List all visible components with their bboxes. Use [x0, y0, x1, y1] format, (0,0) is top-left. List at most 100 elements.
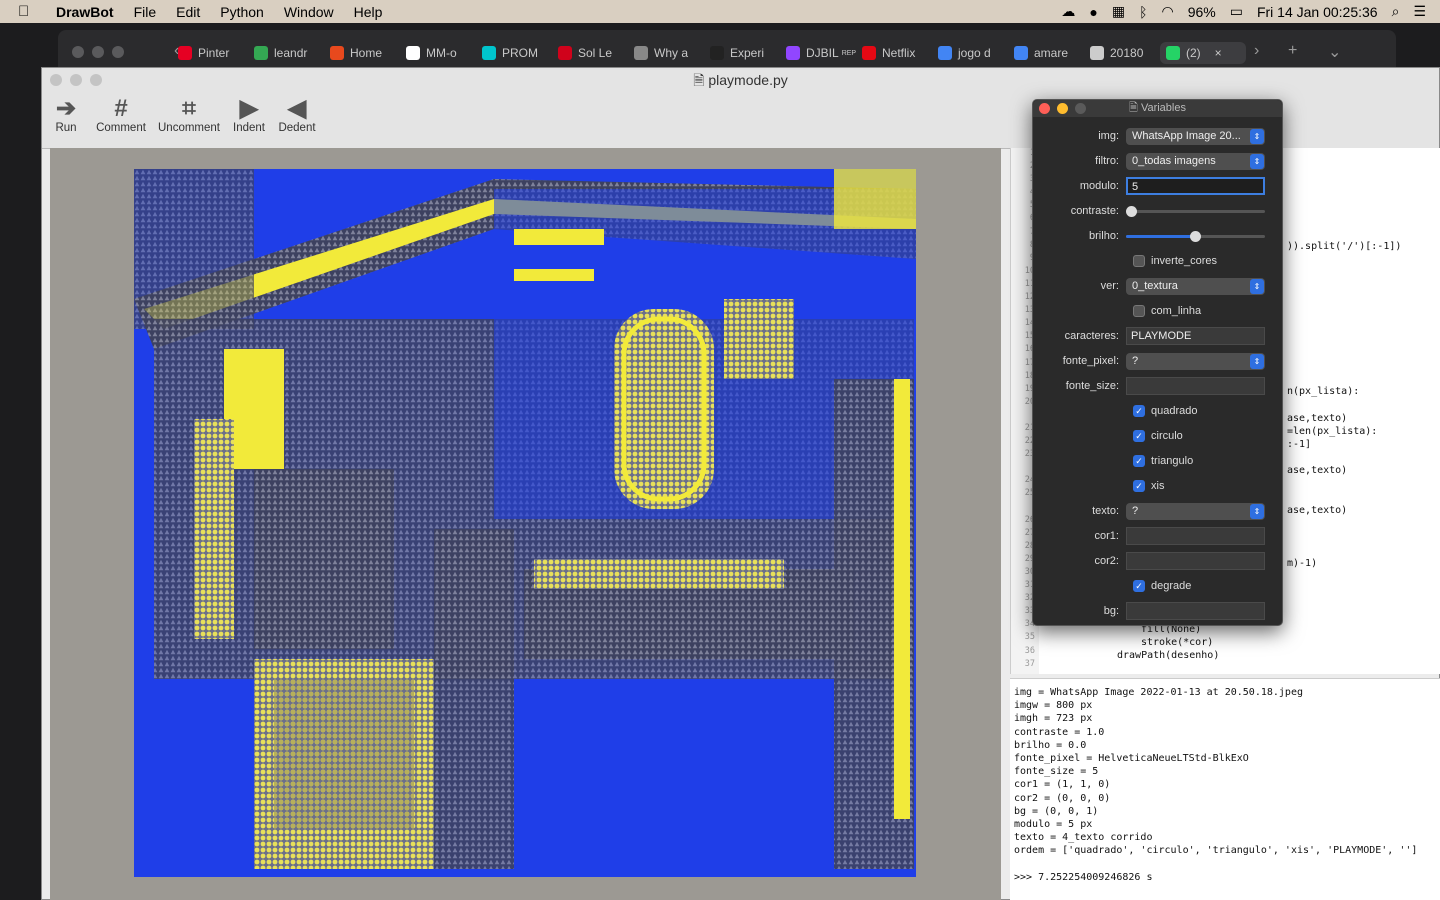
ver-select[interactable]: 0_textura ⇕ [1126, 277, 1265, 295]
xis-checkbox[interactable]: ✓ xis [1133, 480, 1164, 492]
calendar-icon[interactable]: ▦ [1112, 3, 1125, 20]
checkmark-icon[interactable]: ✓ [1133, 430, 1145, 442]
browser-tab[interactable]: Sol Le [552, 42, 628, 64]
brilho-slider[interactable] [1126, 228, 1265, 244]
spotlight-search-icon[interactable]: ⌕ [1392, 3, 1400, 20]
browser-tab[interactable]: 20180 [1084, 42, 1160, 64]
close-tab-icon[interactable]: × [1215, 46, 1222, 60]
battery-icon[interactable]: ▭ [1230, 3, 1243, 20]
inverte-cores-checkbox[interactable]: inverte_cores [1133, 255, 1217, 267]
tab-favicon-icon [1090, 46, 1104, 60]
menu-file[interactable]: File [134, 4, 157, 20]
fonte-size-input[interactable] [1126, 377, 1265, 395]
tab-list-chevron-icon[interactable]: ⌄ [1328, 42, 1341, 62]
code-line-35: stroke(*cor) [1141, 637, 1214, 648]
var-circulo-row: ✓ circulo [1033, 426, 1284, 446]
indent-button[interactable]: ▶ Indent [230, 94, 268, 148]
menu-window[interactable]: Window [284, 4, 334, 20]
panel-window-controls[interactable] [1039, 103, 1086, 114]
browser-tab[interactable]: leandr [248, 42, 324, 64]
checkmark-icon[interactable]: ✓ [1133, 480, 1145, 492]
cor1-input[interactable] [1126, 527, 1265, 545]
var-label: bg: [1103, 605, 1119, 617]
cor2-input[interactable] [1126, 552, 1265, 570]
code-fragment: n(px_lista): [1287, 386, 1360, 397]
user-circle-icon[interactable]: ● [1089, 4, 1097, 20]
var-degrade-row: ✓ degrade [1033, 576, 1284, 596]
code-fragment: m)-1) [1287, 558, 1318, 569]
tab-favicon-icon [178, 46, 192, 60]
var-fonte-pixel-row: fonte_pixel: ? ⇕ [1033, 351, 1284, 371]
panel-title: Variables [1140, 102, 1186, 114]
triangulo-checkbox[interactable]: ✓ triangulo [1133, 455, 1193, 467]
new-tab-icon[interactable]: + [1288, 42, 1297, 60]
console-line: modulo = 5 px [1014, 818, 1093, 830]
tab-favicon-icon [938, 46, 952, 60]
filtro-select[interactable]: 0_todas imagens ⇕ [1126, 152, 1265, 170]
tab-favicon-icon [1014, 46, 1028, 60]
console-line: >>> 7.252254009246826 s [1014, 871, 1153, 883]
tab-label: jogo d [958, 46, 991, 60]
console-line: ordem = ['quadrado', 'circulo', 'triangu… [1014, 845, 1418, 857]
menu-help[interactable]: Help [354, 4, 383, 20]
drawing-canvas-area[interactable] [50, 148, 1001, 900]
caracteres-input[interactable]: PLAYMODE [1126, 327, 1265, 345]
clock[interactable]: Fri 14 Jan 00:25:36 [1257, 4, 1378, 20]
creative-cloud-icon[interactable]: ☁ [1061, 3, 1075, 20]
var-inverte-row: inverte_cores [1033, 251, 1284, 271]
tab-favicon-icon [1166, 46, 1180, 60]
browser-tab[interactable]: Home [324, 42, 400, 64]
quadrado-checkbox[interactable]: ✓ quadrado [1133, 405, 1198, 417]
tab-scroll-right-icon[interactable]: › [1254, 42, 1259, 60]
browser-tab[interactable]: MM-o [400, 42, 476, 64]
apple-menu-icon[interactable]:  [18, 3, 38, 20]
texto-select[interactable]: ? ⇕ [1126, 502, 1265, 520]
hash-icon: # [114, 95, 128, 122]
uncomment-button[interactable]: ⌗ Uncomment [156, 94, 222, 148]
run-button[interactable]: ➔ Run [46, 94, 86, 148]
window-titlebar: 🗎 playmode.py [42, 68, 1439, 94]
browser-tab[interactable]: PROM [476, 42, 552, 64]
menu-edit[interactable]: Edit [176, 4, 200, 20]
checkbox-box[interactable] [1133, 305, 1145, 317]
var-com-linha-row: com_linha [1033, 301, 1284, 321]
checkmark-icon[interactable]: ✓ [1133, 455, 1145, 467]
img-select[interactable]: WhatsApp Image 20... ⇕ [1126, 127, 1265, 145]
slider-knob[interactable] [1126, 206, 1137, 217]
browser-tab[interactable]: Netflix [856, 42, 932, 64]
degrade-checkbox[interactable]: ✓ degrade [1133, 580, 1191, 592]
browser-tab[interactable]: (2) × [1160, 42, 1246, 64]
modulo-input[interactable]: 5 [1126, 177, 1265, 195]
var-ver-row: ver: 0_textura ⇕ [1033, 276, 1284, 296]
checkbox-box[interactable] [1133, 255, 1145, 267]
menu-python[interactable]: Python [220, 4, 264, 20]
control-center-icon[interactable]: ☰ [1413, 3, 1426, 20]
bluetooth-icon[interactable]: ᛒ [1139, 4, 1147, 20]
checkmark-icon[interactable]: ✓ [1133, 580, 1145, 592]
bg-input[interactable] [1126, 602, 1265, 620]
browser-tab[interactable]: DJBILREPRO [780, 42, 856, 64]
browser-tab[interactable]: Pinter [172, 42, 248, 64]
var-label: cor2: [1094, 555, 1119, 567]
circulo-checkbox[interactable]: ✓ circulo [1133, 430, 1183, 442]
fonte-pixel-select[interactable]: ? ⇕ [1126, 352, 1265, 370]
browser-window-controls[interactable] [72, 46, 124, 58]
battery-percent[interactable]: 96% [1188, 4, 1216, 20]
window-controls[interactable] [50, 74, 102, 86]
checkmark-icon[interactable]: ✓ [1133, 405, 1145, 417]
dedent-button[interactable]: ◀ Dedent [276, 94, 318, 148]
contraste-slider[interactable] [1126, 203, 1265, 219]
wifi-icon[interactable]: ◠ [1161, 3, 1173, 20]
slider-knob[interactable] [1190, 231, 1201, 242]
output-console[interactable]: img = WhatsApp Image 2022-01-13 at 20.50… [1010, 678, 1440, 900]
browser-tab[interactable]: Experi [704, 42, 780, 64]
console-line: brilho = 0.0 [1014, 739, 1087, 751]
browser-tab[interactable]: amare [1008, 42, 1084, 64]
browser-tab[interactable]: jogo d [932, 42, 1008, 64]
var-cor1-row: cor1: [1033, 526, 1284, 546]
browser-tab[interactable]: Why a [628, 42, 704, 64]
menu-app-drawbot[interactable]: DrawBot [56, 4, 114, 20]
comment-button[interactable]: # Comment [94, 94, 148, 148]
com-linha-checkbox[interactable]: com_linha [1133, 305, 1201, 317]
var-bg-row: bg: [1033, 601, 1284, 621]
